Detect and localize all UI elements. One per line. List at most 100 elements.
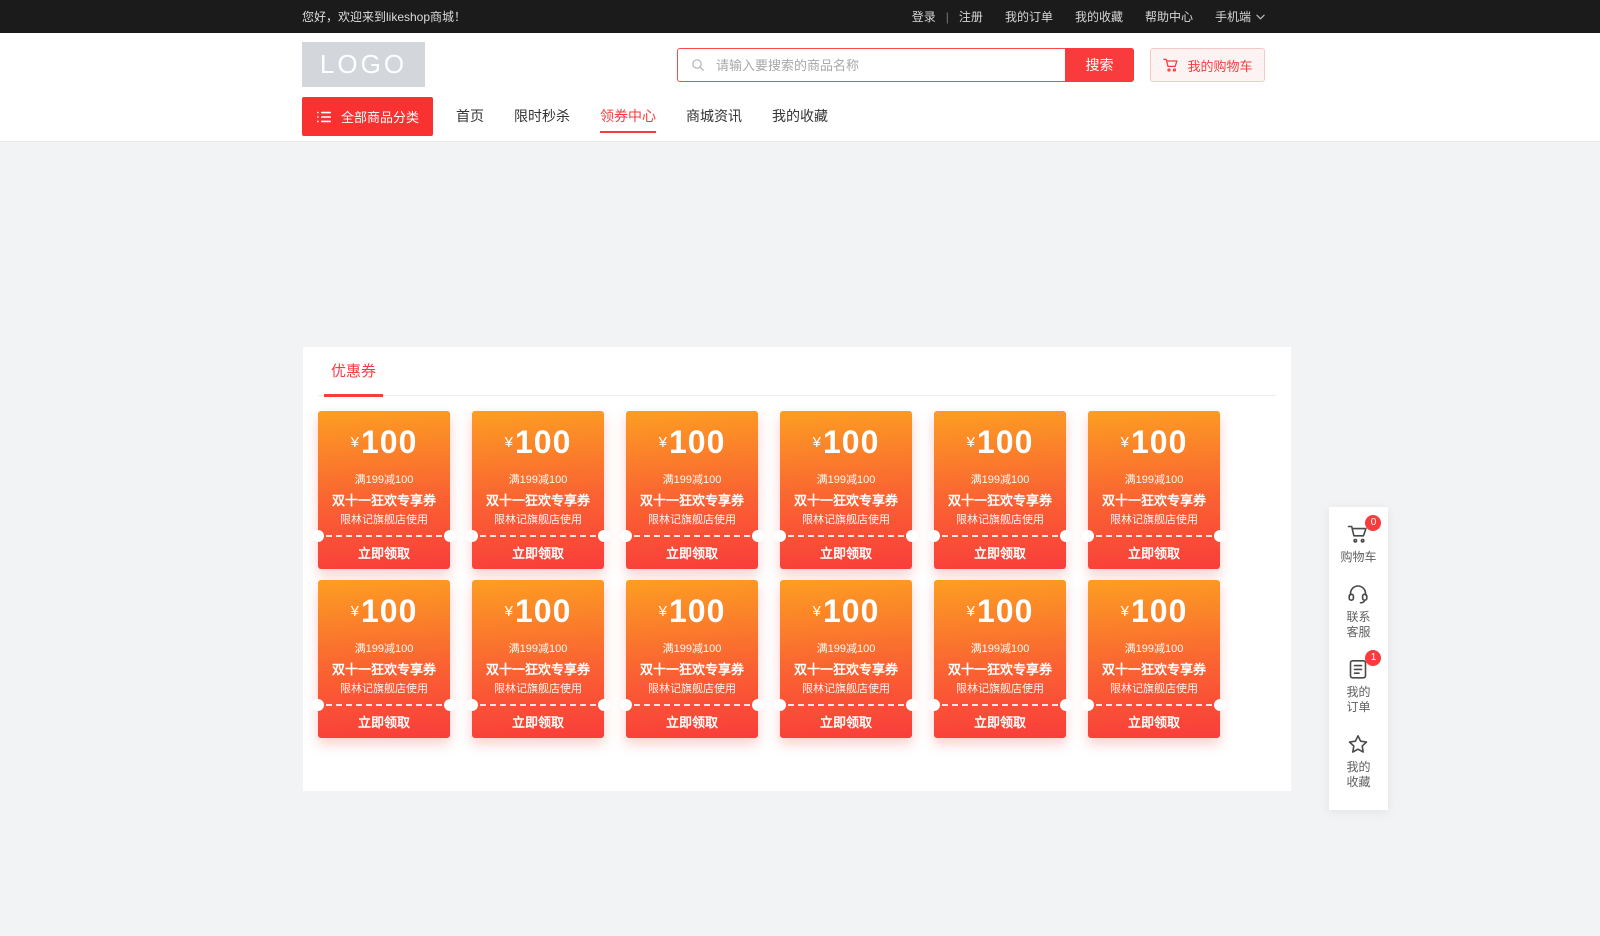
topbar-link-register[interactable]: 注册 (959, 8, 983, 25)
coupon-scope: 限林记旗舰店使用 (780, 511, 912, 527)
nav-item-favorites[interactable]: 我的收藏 (757, 97, 843, 136)
claim-coupon-button[interactable]: 立即领取 (934, 536, 1066, 569)
claim-coupon-button[interactable]: 立即领取 (626, 705, 758, 738)
coupon-amount: ¥100 (626, 424, 758, 461)
coupon-scope: 限林记旗舰店使用 (934, 680, 1066, 696)
tab-coupons[interactable]: 优惠券 (324, 360, 383, 397)
sidebar-item-my-orders-label: 我的订单 (1346, 685, 1370, 715)
sidebar-item-my-orders[interactable]: 1 我的订单 (1346, 657, 1370, 715)
star-icon (1346, 732, 1370, 756)
coupon-card: ¥100 满199减100 双十一狂欢专享券 限林记旗舰店使用 立即领取 (472, 580, 604, 738)
coupon-condition: 满199减100 (626, 640, 758, 656)
nav-item-home[interactable]: 首页 (441, 97, 499, 136)
coupon-amount: ¥100 (318, 593, 450, 630)
claim-coupon-button[interactable]: 立即领取 (318, 705, 450, 738)
nav-item-flash-sale[interactable]: 限时秒杀 (499, 97, 585, 136)
claim-coupon-button[interactable]: 立即领取 (472, 705, 604, 738)
coupon-scope: 限林记旗舰店使用 (472, 511, 604, 527)
claim-coupon-button[interactable]: 立即领取 (780, 705, 912, 738)
claim-coupon-button[interactable]: 立即领取 (318, 536, 450, 569)
coupon-currency: ¥ (1121, 434, 1129, 451)
coupon-scope: 限林记旗舰店使用 (318, 680, 450, 696)
topbar-link-mobile-label: 手机端 (1215, 8, 1251, 25)
chevron-down-icon (1256, 14, 1265, 20)
coupon-card: ¥100 满199减100 双十一狂欢专享券 限林记旗舰店使用 立即领取 (318, 411, 450, 569)
coupon-condition: 满199减100 (626, 471, 758, 487)
claim-coupon-button[interactable]: 立即领取 (1088, 536, 1220, 569)
coupon-currency: ¥ (1121, 603, 1129, 620)
my-cart-button-label: 我的购物车 (1187, 56, 1252, 75)
coupon-card: ¥100 满199减100 双十一狂欢专享券 限林记旗舰店使用 立即领取 (472, 411, 604, 569)
claim-coupon-button[interactable]: 立即领取 (626, 536, 758, 569)
coupon-condition: 满199减100 (934, 640, 1066, 656)
coupon-card: ¥100 满199减100 双十一狂欢专享券 限林记旗舰店使用 立即领取 (934, 580, 1066, 738)
claim-coupon-button[interactable]: 立即领取 (934, 705, 1066, 738)
search-input[interactable] (706, 49, 1066, 81)
coupon-condition: 满199减100 (318, 471, 450, 487)
topbar-link-orders[interactable]: 我的订单 (1005, 8, 1053, 25)
topbar-link-login[interactable]: 登录 (912, 8, 936, 25)
topbar-link-mobile[interactable]: 手机端 (1215, 8, 1265, 25)
coupon-scope: 限林记旗舰店使用 (1088, 680, 1220, 696)
coupon-condition: 满199减100 (780, 471, 912, 487)
coupon-condition: 满199减100 (472, 471, 604, 487)
claim-coupon-button[interactable]: 立即领取 (780, 536, 912, 569)
coupon-amount-value: 100 (669, 593, 725, 629)
coupon-title: 双十一狂欢专享券 (780, 659, 912, 678)
coupon-scope: 限林记旗舰店使用 (934, 511, 1066, 527)
coupon-condition: 满199减100 (318, 640, 450, 656)
coupon-amount: ¥100 (1088, 424, 1220, 461)
all-categories-button[interactable]: 全部商品分类 (302, 97, 433, 136)
sidebar-item-customer-service[interactable]: 联系客服 (1346, 582, 1370, 640)
coupon-condition: 满199减100 (1088, 471, 1220, 487)
logo[interactable]: LOGO (302, 42, 425, 87)
coupon-scope: 限林记旗舰店使用 (780, 680, 912, 696)
coupon-currency: ¥ (351, 603, 359, 620)
coupon-amount-value: 100 (1131, 593, 1187, 629)
search-button[interactable]: 搜索 (1065, 48, 1134, 82)
coupon-scope: 限林记旗舰店使用 (318, 511, 450, 527)
coupon-title: 双十一狂欢专享券 (626, 659, 758, 678)
coupon-amount: ¥100 (1088, 593, 1220, 630)
coupon-amount: ¥100 (472, 593, 604, 630)
coupon-amount: ¥100 (318, 424, 450, 461)
cart-icon: 0 (1346, 522, 1370, 546)
coupon-grid: ¥100 满199减100 双十一狂欢专享券 限林记旗舰店使用 立即领取 ¥10… (318, 411, 1278, 749)
coupon-card: ¥100 满199减100 双十一狂欢专享券 限林记旗舰店使用 立即领取 (626, 411, 758, 569)
topbar-link-help[interactable]: 帮助中心 (1145, 8, 1193, 25)
coupon-title: 双十一狂欢专享券 (1088, 490, 1220, 509)
coupon-currency: ¥ (813, 434, 821, 451)
coupon-tabs: 优惠券 (318, 347, 1276, 396)
sidebar-item-cart[interactable]: 0 购物车 (1340, 522, 1376, 565)
topbar-link-favorites[interactable]: 我的收藏 (1075, 8, 1123, 25)
coupon-amount-value: 100 (1131, 424, 1187, 460)
page: 您好，欢迎来到likeshop商城！ 登录 | 注册 我的订单 我的收藏 帮助中… (0, 0, 1600, 936)
coupon-scope: 限林记旗舰店使用 (472, 680, 604, 696)
my-cart-button[interactable]: 我的购物车 (1150, 48, 1265, 82)
coupon-currency: ¥ (659, 434, 667, 451)
sidebar-item-my-favorites[interactable]: 我的收藏 (1346, 732, 1370, 790)
coupon-condition: 满199减100 (934, 471, 1066, 487)
coupon-condition: 满199减100 (1088, 640, 1220, 656)
coupon-currency: ¥ (351, 434, 359, 451)
coupon-title: 双十一狂欢专享券 (934, 490, 1066, 509)
coupon-amount: ¥100 (780, 424, 912, 461)
coupon-currency: ¥ (505, 434, 513, 451)
all-categories-button-label: 全部商品分类 (341, 107, 419, 126)
coupon-amount-value: 100 (669, 424, 725, 460)
coupon-amount-value: 100 (361, 593, 417, 629)
coupon-title: 双十一狂欢专享券 (626, 490, 758, 509)
coupon-title: 双十一狂欢专享券 (934, 659, 1066, 678)
coupon-amount-value: 100 (977, 593, 1033, 629)
category-list-icon (316, 109, 332, 125)
coupon-amount-value: 100 (823, 593, 879, 629)
coupon-panel: 优惠券 ¥100 满199减100 双十一狂欢专享券 限林记旗舰店使用 立即领取… (303, 347, 1291, 791)
claim-coupon-button[interactable]: 立即领取 (1088, 705, 1220, 738)
coupon-card: ¥100 满199减100 双十一狂欢专享券 限林记旗舰店使用 立即领取 (318, 580, 450, 738)
claim-coupon-button[interactable]: 立即领取 (472, 536, 604, 569)
coupon-amount-value: 100 (823, 424, 879, 460)
nav-item-news[interactable]: 商城资讯 (671, 97, 757, 136)
coupon-scope: 限林记旗舰店使用 (626, 511, 758, 527)
nav-item-coupon-center[interactable]: 领券中心 (585, 97, 671, 136)
coupon-amount-value: 100 (515, 593, 571, 629)
